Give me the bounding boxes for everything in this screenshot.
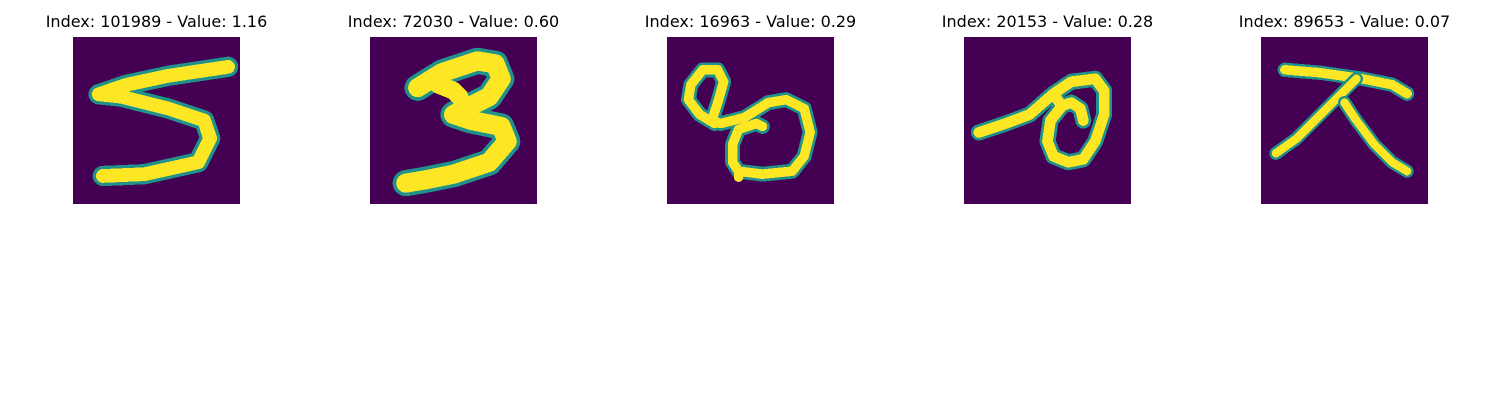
digit-image-0 — [964, 37, 1131, 204]
panel-2: Index: 72030 - Value: 0.60 — [348, 0, 559, 210]
digit-image-8 — [667, 37, 834, 204]
digit-image-7 — [1261, 37, 1428, 204]
digit-image-5 — [73, 37, 240, 204]
panel-title: Index: 16963 - Value: 0.29 — [644, 12, 857, 31]
panel-title: Index: 72030 - Value: 0.60 — [347, 12, 560, 31]
panel-title: Index: 20153 - Value: 0.28 — [941, 12, 1154, 31]
panel-4: Index: 20153 - Value: 0.28 — [942, 0, 1153, 210]
digit-image-3 — [370, 37, 537, 204]
panel-3: Index: 16963 - Value: 0.29 — [645, 0, 856, 210]
panel-title: Index: 101989 - Value: 1.16 — [45, 12, 268, 31]
panel-title: Index: 89653 - Value: 0.07 — [1238, 12, 1451, 31]
panel-1: Index: 101989 - Value: 1.16 — [46, 0, 267, 210]
panel-5: Index: 89653 - Value: 0.07 — [1239, 0, 1450, 210]
